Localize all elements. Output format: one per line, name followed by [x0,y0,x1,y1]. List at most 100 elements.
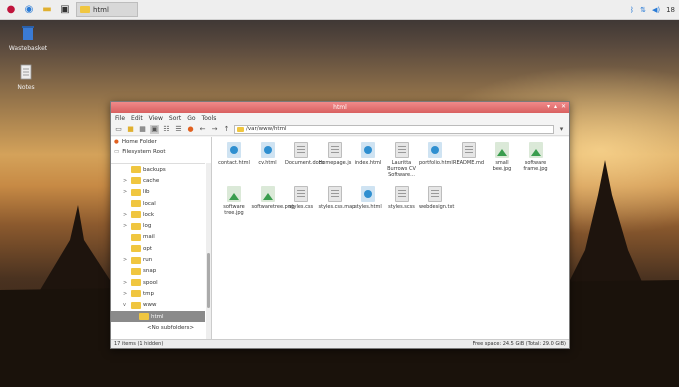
tree-item-www[interactable]: v www [111,300,205,311]
menu-view[interactable]: View [149,115,163,122]
file-name: index.html [354,160,382,166]
desktop-icon-wastebasket[interactable]: Wastebasket [6,25,50,52]
back-icon[interactable]: ← [198,125,207,134]
window-titlebar[interactable]: html ▾ ▴ ✕ [111,102,569,113]
new-tab-icon[interactable]: ▭ [114,125,123,134]
text-file-icon [294,186,308,202]
sidebar-scrollbar[interactable] [206,163,211,339]
raspberry-menu-icon[interactable]: ● [4,3,18,17]
file-item[interactable]: styles.html [352,186,384,210]
file-item[interactable]: styles.css [285,186,317,210]
file-item[interactable]: styles.scss [386,186,418,210]
compact-view-icon[interactable]: ☷ [162,125,171,134]
clock[interactable]: 18 [666,6,675,14]
expander-icon[interactable]: > [123,280,129,286]
tree-item-label: backups [143,166,166,173]
folder-icon [131,200,141,208]
new-folder-icon[interactable]: ■ [126,125,135,134]
tree-item-lock[interactable]: > lock [111,209,205,220]
tree-item-lib[interactable]: > lib [111,187,205,198]
path-bar[interactable]: /var/www/html [234,124,554,134]
tree-item-label: opt [143,245,153,252]
image-file-icon [495,142,509,158]
up-icon[interactable]: ↑ [222,125,231,134]
tree-item-log[interactable]: > log [111,220,205,231]
tree-item-cache[interactable]: > cache [111,175,205,186]
sidebar: ● Home Folder ▭ Filesystem Root backups >… [111,137,212,339]
file-item[interactable]: Lauritta Burrows CV Software... [386,142,418,178]
file-name: portfolio.html [419,160,453,166]
thumbnail-view-icon[interactable]: ▣ [150,124,159,134]
file-name: software tree.jpg [223,204,245,216]
terminal-icon[interactable]: ▣ [58,3,72,17]
sidebar-item-filesystem-root[interactable]: ▭ Filesystem Root [111,147,211,157]
tree-item-tmp[interactable]: > tmp [111,288,205,299]
icon-view-icon[interactable]: ▦ [138,125,147,134]
file-item[interactable]: cv.html [252,142,284,166]
tree-item-label: snap [143,268,157,275]
volume-icon[interactable]: ◀) [652,6,660,14]
tree-item-run[interactable]: > run [111,254,205,265]
file-item[interactable]: README.md [453,142,485,166]
tree-item-snap[interactable]: snap [111,266,205,277]
tree-item-label: <No subfolders> [147,324,195,331]
expander-icon[interactable]: > [123,223,129,229]
file-item[interactable]: software tree.jpg [218,186,250,216]
sidebar-item-home-folder[interactable]: ● Home Folder [111,137,211,147]
html-file-icon [361,186,375,202]
file-name: Homepage.js [318,160,352,166]
menu-go[interactable]: Go [187,115,195,122]
taskbar-task-file-manager[interactable]: html [76,2,138,17]
sidebar-scroll-thumb[interactable] [207,253,210,308]
folder-icon [131,233,141,241]
file-item[interactable]: portfolio.html [419,142,453,166]
desktop-icon-notes[interactable]: Notes [4,64,48,91]
file-item[interactable]: software frame.jpg [520,142,552,172]
text-file-icon [327,186,342,202]
tree-item-mail[interactable]: mail [111,232,205,243]
list-view-icon[interactable]: ☰ [174,125,183,134]
tree-item-spool[interactable]: > spool [111,277,205,288]
folder-icon [131,222,141,230]
expander-icon[interactable]: > [123,189,129,195]
menu-edit[interactable]: Edit [131,115,143,122]
minimize-icon[interactable]: ▾ [547,103,550,110]
forward-icon[interactable]: → [210,125,219,134]
path-dropdown-icon[interactable]: ▾ [557,125,566,134]
tree-item-no-subfolders[interactable]: <No subfolders> [111,322,205,333]
file-manager-window: html ▾ ▴ ✕ File Edit View Sort Go Tools … [110,101,570,349]
expander-icon[interactable]: > [123,257,129,263]
file-item[interactable]: Document.docx [285,142,324,166]
tree-item-html[interactable]: html [111,310,205,323]
sidebar-item-label: Filesystem Root [122,149,166,155]
bluetooth-icon[interactable]: ᛒ [630,6,634,14]
expander-icon[interactable]: v [123,302,129,308]
tree-item-local[interactable]: local [111,198,205,209]
file-manager-icon[interactable]: ▬ [40,3,54,17]
text-file-icon [394,186,409,202]
network-icon[interactable]: ⇅ [640,6,646,14]
maximize-icon[interactable]: ▴ [554,103,557,110]
menu-file[interactable]: File [115,115,125,122]
file-item[interactable]: styles.css.map [318,186,356,210]
file-item[interactable]: index.html [352,142,384,166]
file-item[interactable]: Homepage.js [319,142,351,166]
expander-icon[interactable]: > [123,212,129,218]
html-file-icon [428,142,442,158]
tree-item-backups[interactable]: backups [111,164,205,175]
tree-item-label: log [143,223,152,230]
expander-icon[interactable]: > [123,291,129,297]
menu-tools[interactable]: Tools [202,115,217,122]
tree-item-opt[interactable]: opt [111,243,205,254]
expander-icon[interactable]: > [123,178,129,184]
browser-icon[interactable]: ◉ [22,3,36,17]
file-item[interactable]: softwaretree.png [252,186,294,210]
close-icon[interactable]: ✕ [561,103,566,110]
home-icon[interactable]: ● [186,125,195,134]
file-item[interactable]: small bee.jpg [486,142,518,172]
file-item[interactable]: contact.html [218,142,250,166]
file-name: styles.css.map [318,204,356,210]
file-item[interactable]: webdesign.txt [419,186,454,210]
menu-sort[interactable]: Sort [169,115,181,122]
tree-item-label: lock [143,211,155,218]
